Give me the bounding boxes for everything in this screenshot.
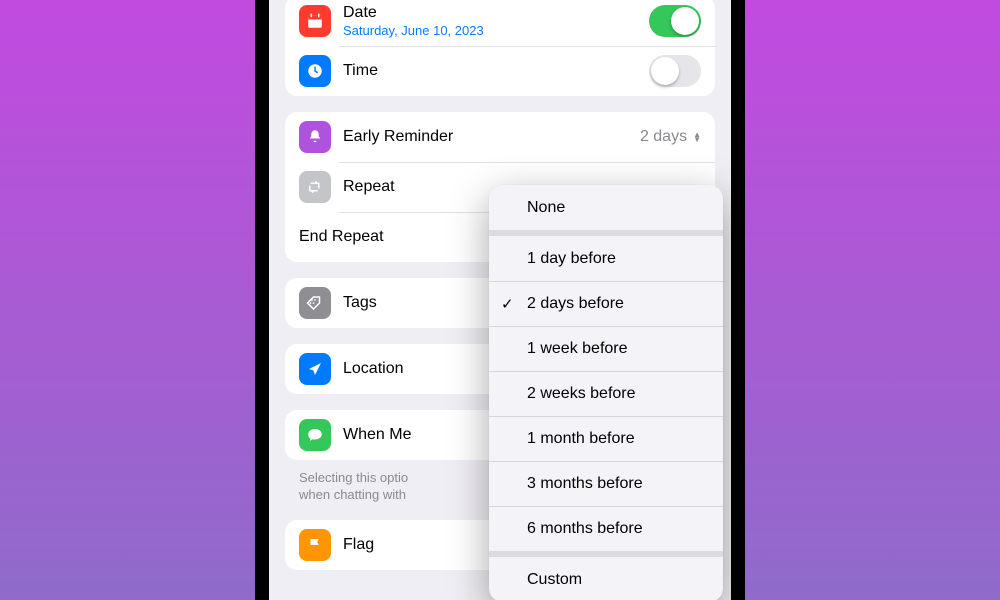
date-label: Date	[343, 3, 649, 22]
datetime-card: Date Saturday, June 10, 2023 Time	[285, 0, 715, 96]
menu-item-label: 2 days before	[527, 295, 624, 313]
menu-item[interactable]: 1 day before	[489, 236, 723, 281]
menu-item-label: 1 month before	[527, 430, 635, 448]
time-toggle[interactable]	[649, 55, 701, 87]
check-icon: ✓	[501, 295, 514, 313]
menu-item-label: None	[527, 199, 565, 217]
message-icon	[299, 419, 331, 451]
early-reminder-label: Early Reminder	[343, 127, 640, 146]
date-value: Saturday, June 10, 2023	[343, 23, 649, 39]
menu-group: None	[489, 185, 723, 230]
menu-item-label: 3 months before	[527, 475, 643, 493]
early-reminder-value: 2 days	[640, 128, 687, 146]
menu-group: Custom	[489, 551, 723, 600]
phone-frame: Date Saturday, June 10, 2023 Time	[255, 0, 745, 600]
early-reminder-menu: None 1 day before ✓ 2 days before 1 week bef…	[489, 185, 723, 600]
location-arrow-icon	[299, 353, 331, 385]
bell-icon	[299, 121, 331, 153]
menu-item[interactable]: None	[489, 185, 723, 230]
clock-icon	[299, 55, 331, 87]
time-row[interactable]: Time	[285, 46, 715, 96]
menu-item-label: 1 day before	[527, 250, 616, 268]
tag-icon	[299, 287, 331, 319]
menu-item[interactable]: ✓ 2 days before	[489, 281, 723, 326]
menu-item[interactable]: 6 months before	[489, 506, 723, 551]
screen: Date Saturday, June 10, 2023 Time	[269, 0, 731, 600]
menu-item[interactable]: Custom	[489, 557, 723, 600]
menu-group: 1 day before ✓ 2 days before 1 week before 2…	[489, 230, 723, 551]
early-reminder-row[interactable]: Early Reminder 2 days ▲▼	[285, 112, 715, 162]
date-row[interactable]: Date Saturday, June 10, 2023	[285, 0, 715, 46]
menu-item[interactable]: 2 weeks before	[489, 371, 723, 416]
menu-item-label: 6 months before	[527, 520, 643, 538]
calendar-icon	[299, 5, 331, 37]
repeat-icon	[299, 171, 331, 203]
menu-item-label: Custom	[527, 571, 582, 589]
date-toggle[interactable]	[649, 5, 701, 37]
menu-item-label: 2 weeks before	[527, 385, 636, 403]
flag-icon	[299, 529, 331, 561]
time-label: Time	[343, 61, 649, 80]
chevron-updown-icon: ▲▼	[693, 132, 701, 142]
menu-item-label: 1 week before	[527, 340, 628, 358]
menu-item[interactable]: 1 week before	[489, 326, 723, 371]
menu-item[interactable]: 3 months before	[489, 461, 723, 506]
menu-item[interactable]: 1 month before	[489, 416, 723, 461]
